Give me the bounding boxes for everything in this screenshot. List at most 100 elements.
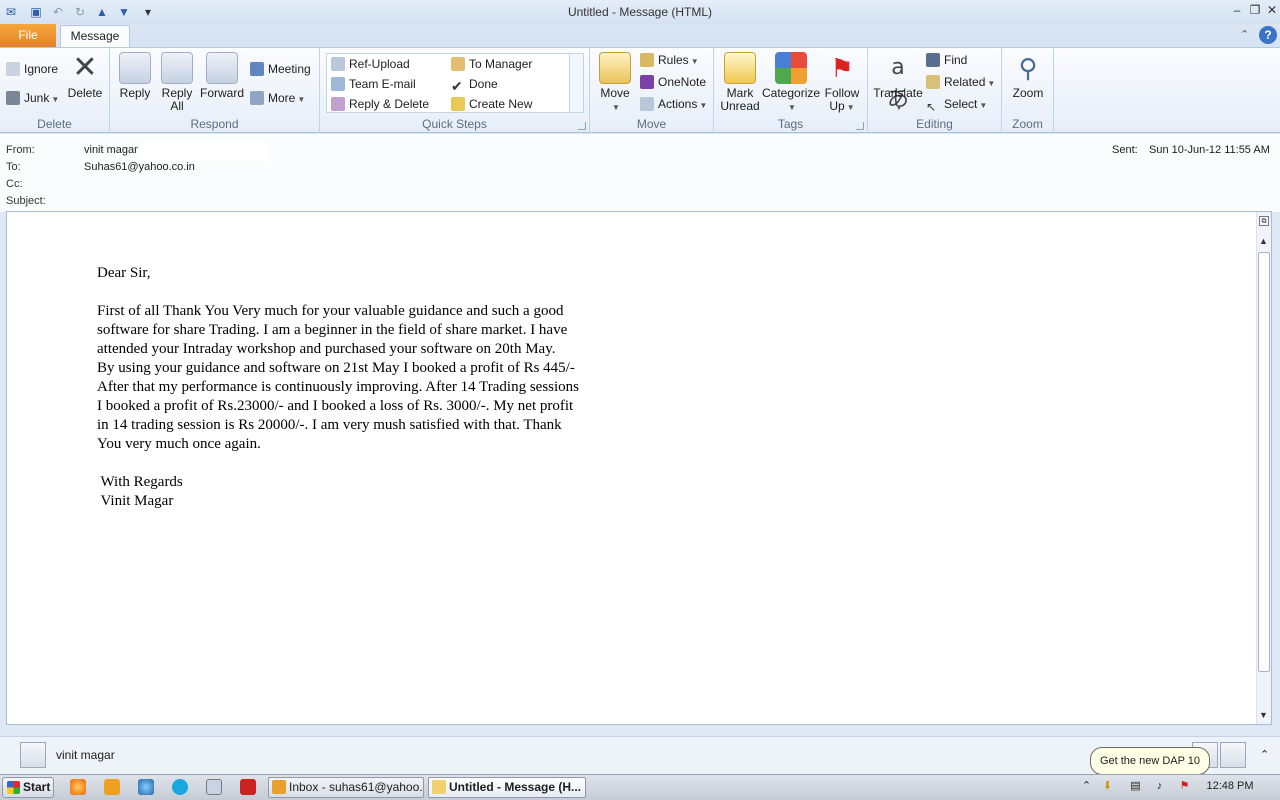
move-button[interactable]: Move ▼ (596, 52, 634, 114)
editing-group-label: Editing (916, 117, 953, 131)
taskbar-task-inbox[interactable]: Inbox - suhas61@yahoo.... (268, 777, 424, 798)
show-hidden-icons-icon[interactable]: ⌃ (1080, 780, 1093, 793)
scrollbar-thumb[interactable] (1258, 252, 1270, 672)
tab-message[interactable]: Message (60, 25, 130, 48)
internet-explorer-icon[interactable] (138, 779, 154, 795)
translate-label: Translate (873, 86, 923, 100)
select-button[interactable]: ↖ Select ▼ (926, 95, 987, 114)
more-respond-icon (250, 91, 264, 105)
outlook-icon (272, 780, 286, 794)
people-pane-name[interactable]: vinit magar (56, 748, 115, 762)
move-folder-icon (599, 52, 631, 84)
firefox-icon[interactable] (70, 779, 86, 795)
quick-step-reply-delete[interactable]: Reply & Delete (331, 95, 429, 113)
mark-unread-button[interactable]: Mark Unread (718, 52, 762, 113)
ignore-button[interactable]: Ignore (6, 60, 58, 78)
junk-button[interactable]: Junk ▼ (6, 89, 59, 107)
quick-step-done[interactable]: ✔ Done (451, 75, 498, 93)
body-line: You very much once again. (97, 436, 261, 452)
translate-button[interactable]: aあ Translate ▼ (872, 52, 924, 114)
tab-file[interactable]: File (0, 24, 56, 47)
junk-label: Junk (24, 91, 50, 105)
zoom-button[interactable]: ⚲ Zoom (1008, 52, 1048, 100)
find-button[interactable]: Find (926, 51, 967, 69)
closing: With Regards (97, 474, 183, 490)
related-button[interactable]: Related ▼ (926, 73, 995, 91)
help-icon[interactable]: ? (1259, 26, 1277, 44)
body-line: attended your Intraday workshop and purc… (97, 341, 556, 357)
media-player-icon[interactable] (104, 779, 120, 795)
sender-avatar[interactable] (20, 742, 46, 768)
collapse-ribbon-icon[interactable]: ⌃ (1240, 28, 1249, 41)
from-label: From: (6, 144, 35, 156)
cc-label: Cc: (6, 178, 23, 190)
close-icon[interactable]: ✕ (1263, 2, 1280, 18)
related-icon (926, 75, 940, 89)
more-button[interactable]: More ▼ (250, 89, 305, 107)
actions-button[interactable]: Actions ▼ (640, 95, 707, 113)
meeting-button[interactable]: Meeting (250, 60, 311, 78)
minimize-icon[interactable]: – (1228, 2, 1246, 18)
split-icon[interactable]: ⧉ (1259, 216, 1269, 226)
notepad-icon[interactable] (206, 779, 222, 795)
tags-group-label: Tags (777, 117, 804, 131)
follow-up-label-2: Up (829, 99, 845, 113)
network-tray-icon[interactable]: ▤ (1129, 780, 1142, 793)
from-value[interactable]: vinit magar (84, 144, 138, 156)
delete-group: Ignore Junk ▼ ✕ Delete Delete (0, 48, 110, 133)
scroll-down-icon[interactable]: ▼ (1259, 710, 1268, 720)
volume-tray-icon[interactable]: ♪ (1153, 780, 1166, 793)
ribbon-tab-row: ⌃ ? (0, 24, 1280, 47)
skype-icon[interactable] (172, 779, 188, 795)
quick-steps-scrollbar[interactable] (569, 54, 583, 112)
team-email-icon (331, 77, 345, 91)
delete-group-label: Delete (37, 117, 72, 131)
quick-step-to-manager[interactable]: To Manager (451, 55, 532, 73)
onenote-button[interactable]: OneNote (640, 73, 706, 91)
action-center-tray-icon[interactable]: ⚑ (1178, 780, 1191, 793)
zoom-group-label: Zoom (1012, 117, 1043, 131)
expand-people-pane-icon[interactable]: ⌃ (1260, 748, 1269, 761)
actions-label: Actions (658, 97, 698, 111)
start-button[interactable]: Start (2, 777, 54, 798)
follow-up-label-1: Follow (824, 86, 860, 100)
editing-group: aあ Translate ▼ Find Related ▼ ↖ Select ▼ Edit… (868, 48, 1002, 133)
follow-up-button[interactable]: ⚑ Follow Up ▼ (822, 52, 862, 114)
quick-step-team-email[interactable]: Team E-mail (331, 75, 416, 93)
vertical-scrollbar[interactable]: ⧉ ▲ ▼ (1256, 212, 1271, 724)
taskbar-clock[interactable]: 12:48 PM (1200, 780, 1260, 792)
create-new-icon (451, 97, 465, 111)
to-value[interactable]: Suhas61@yahoo.co.in (84, 161, 195, 173)
done-label: Done (469, 77, 498, 91)
signature: Vinit Magar (97, 493, 174, 509)
reply-button[interactable]: Reply (118, 52, 152, 100)
contact-avatar-2[interactable] (1220, 742, 1246, 768)
to-label: To: (6, 161, 21, 173)
zoom-label: Zoom (1012, 86, 1044, 100)
quick-step-create-new[interactable]: Create New (451, 95, 532, 113)
message-body[interactable]: Dear Sir, First of all Thank You Very mu… (6, 211, 1272, 725)
rules-button[interactable]: Rules ▼ (640, 51, 699, 69)
message-text: Dear Sir, First of all Thank You Very mu… (97, 264, 637, 511)
from-address-box (140, 141, 268, 161)
restore-icon[interactable]: ❐ (1246, 2, 1264, 18)
greeting: Dear Sir, (97, 265, 151, 281)
taskbar-task-message[interactable]: Untitled - Message (H... (428, 777, 586, 798)
reply-all-button[interactable]: Reply All (160, 52, 194, 113)
delete-button[interactable]: ✕ Delete (66, 52, 104, 100)
dap-tray-icon[interactable]: ⬇ (1101, 780, 1114, 793)
update-tooltip[interactable]: Get the new DAP 10 (1090, 747, 1210, 775)
reply-delete-icon (331, 97, 345, 111)
forward-envelope-icon (206, 52, 238, 84)
filezilla-icon[interactable] (240, 779, 256, 795)
scroll-up-icon[interactable]: ▲ (1259, 236, 1268, 246)
quick-step-ref-upload[interactable]: Ref-Upload (331, 55, 410, 73)
subject-label: Subject: (6, 195, 46, 207)
forward-button[interactable]: Forward (200, 52, 244, 100)
binoculars-icon (926, 53, 940, 67)
ref-upload-label: Ref-Upload (349, 57, 410, 71)
more-label: More (268, 91, 296, 105)
zoom-group: ⚲ Zoom Zoom (1002, 48, 1054, 133)
categorize-button[interactable]: Categorize ▼ (762, 52, 820, 114)
cursor-icon: ↖ (926, 100, 937, 114)
